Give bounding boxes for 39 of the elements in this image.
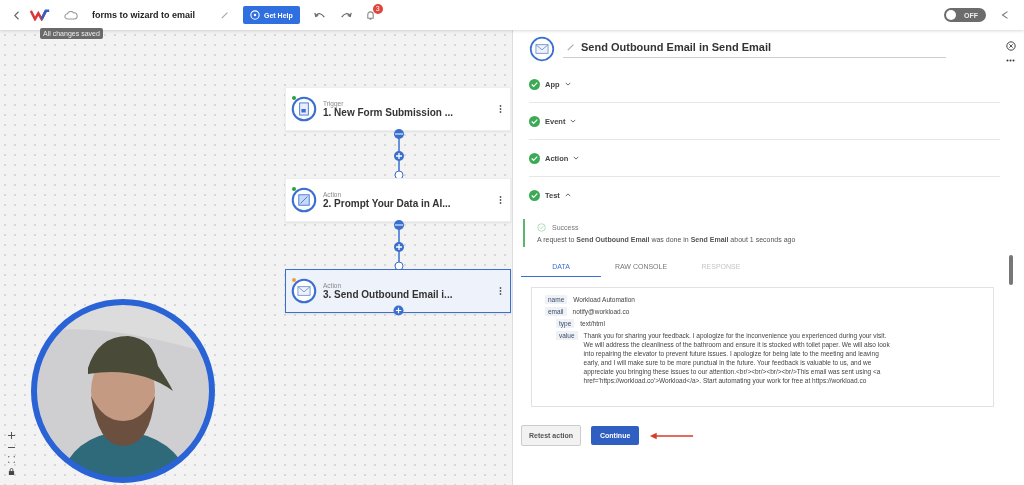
- workflow-title[interactable]: forms to wizard to email: [92, 10, 207, 20]
- step-icon: [291, 187, 317, 213]
- check-icon: [529, 115, 540, 127]
- chevron-icon: [564, 193, 571, 197]
- step-title: 3. Send Outbound Email i...: [323, 289, 454, 300]
- fit-view-icon[interactable]: [8, 456, 15, 463]
- step-title: 2. Prompt Your Data in AI...: [323, 198, 452, 209]
- add-step-icon[interactable]: [393, 305, 404, 316]
- title-field[interactable]: Send Outbound Email in Send Email: [563, 39, 946, 58]
- chevron-icon: [564, 82, 571, 86]
- zoom-in-icon[interactable]: [8, 432, 15, 439]
- more-icon[interactable]: [1005, 59, 1016, 62]
- lock-icon[interactable]: [8, 468, 15, 475]
- help-icon: [250, 10, 260, 20]
- close-icon[interactable]: [1005, 41, 1016, 51]
- step-icon: [291, 96, 317, 122]
- more-icon[interactable]: [499, 104, 502, 114]
- step-title: 1. New Form Submission ...: [323, 107, 455, 118]
- logo-icon[interactable]: [30, 9, 50, 21]
- check-icon: [529, 189, 540, 201]
- check-circle-icon: [537, 223, 546, 232]
- arrow-icon: [649, 431, 696, 440]
- pencil-icon: [567, 43, 575, 51]
- email-icon: [529, 35, 555, 62]
- step-icon: [291, 278, 317, 304]
- connector-drawing: [391, 128, 407, 180]
- chevron-icon: [570, 119, 577, 123]
- cloud-icon: [64, 10, 78, 20]
- more-icon[interactable]: [499, 286, 502, 296]
- bell-icon[interactable]: [365, 9, 375, 21]
- connector-drawing: [391, 219, 407, 271]
- check-icon: [529, 152, 540, 164]
- chevron-icon: [573, 156, 580, 160]
- more-icon[interactable]: [499, 195, 502, 205]
- back-icon[interactable]: [14, 10, 20, 20]
- undo-icon[interactable]: [313, 10, 326, 20]
- check-icon: [529, 78, 540, 90]
- redo-icon[interactable]: [339, 10, 352, 20]
- zoom-out-icon[interactable]: [8, 444, 15, 451]
